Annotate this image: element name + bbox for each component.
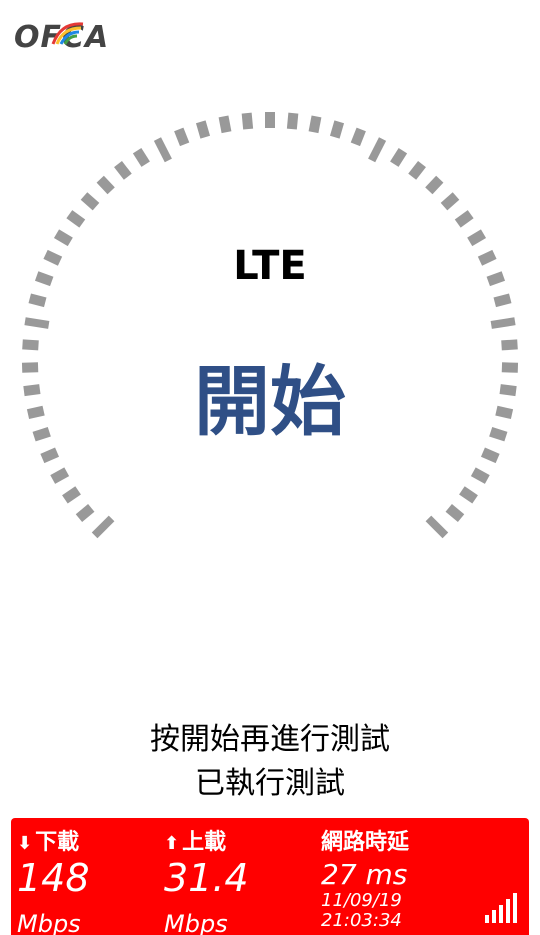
gauge-tick [40,447,60,464]
network-type-label: LTE [233,243,307,289]
gauge-tick [308,115,322,134]
gauge-tick [265,112,275,128]
download-arrow-icon: ⬇ [17,833,33,854]
ofca-logo: OFCA [14,18,108,56]
gauge-tick [425,515,449,539]
upload-label: 上載 [182,830,227,855]
download-result: ⬇ 下載 148 Mbps [17,818,162,935]
gauge-tick [490,317,516,329]
gauge-tick [493,293,512,308]
gauge-tick [80,192,100,211]
latency-value: 27 ms [321,858,408,891]
gauge-tick [22,339,39,351]
gauge-tick [459,486,478,504]
speed-gauge [21,112,519,539]
gauge-tick [26,405,45,420]
gauge-tick [499,384,517,397]
gauge-tick [454,210,474,228]
test-date: 11/09/19 [321,890,402,911]
top-bar: OFCA [0,0,540,72]
gauge-tick [218,115,232,134]
gauge-tick [62,486,81,504]
gauge-tick [153,137,172,163]
gauge-tick [425,175,444,195]
gauge-tick [50,467,70,484]
gauge-tick [470,467,490,484]
download-unit: Mbps [17,910,81,935]
gauge-tick [501,362,519,373]
gauge-tick [28,293,47,308]
gauge-tick [114,161,132,180]
instruction-line-2: 已執行測試 [195,766,345,801]
upload-result: ⬆ 上載 31.4 Mbps [164,818,314,935]
download-label: 下載 [35,830,80,855]
gauge-tick [21,362,39,373]
result-panel[interactable]: ⬇ 下載 148 Mbps ⬆ 上載 31.4 Mbps 網路時延 27 ms 11… [11,818,529,935]
instructions: 按開始再進行測試 已執行測試 [0,718,540,806]
gauge-tick [445,504,465,522]
gauge-tick [350,127,366,147]
gauge-tick [489,426,508,442]
gauge-tick [480,447,500,464]
gauge-tick [390,147,408,167]
upload-arrow-icon: ⬆ [164,833,180,854]
gauge-tick [174,127,190,147]
gauge-tick [408,161,426,180]
download-value: 148 [17,856,90,900]
gauge-tick [32,426,51,442]
latency-label: 網路時延 [321,830,410,855]
gauge-tick [91,515,115,539]
test-time: 21:03:34 [321,910,402,931]
upload-value: 31.4 [164,856,249,900]
start-button[interactable]: 開始 [170,352,370,452]
gauge-tick [241,112,254,130]
upload-unit: Mbps [164,910,228,935]
logo-swoosh-icon [51,22,84,45]
gauge-tick [286,112,299,130]
gauge-tick [368,137,387,163]
gauge-tick [66,210,86,228]
gauge-tick [501,339,518,351]
gauge-tick [495,405,514,420]
gauge-tick [23,384,41,397]
gauge-tick [24,317,50,329]
gauge-tick [132,147,150,167]
gauge-tick [195,120,211,139]
signal-strength-icon [485,893,517,923]
gauge-tick [96,175,115,195]
instruction-line-1: 按開始再進行測試 [150,722,390,757]
gauge-tick [75,504,95,522]
gauge-tick [329,120,345,139]
download-header: ⬇ 下載 [17,824,79,856]
upload-header: ⬆ 上載 [164,824,226,856]
gauge-tick [440,192,460,211]
